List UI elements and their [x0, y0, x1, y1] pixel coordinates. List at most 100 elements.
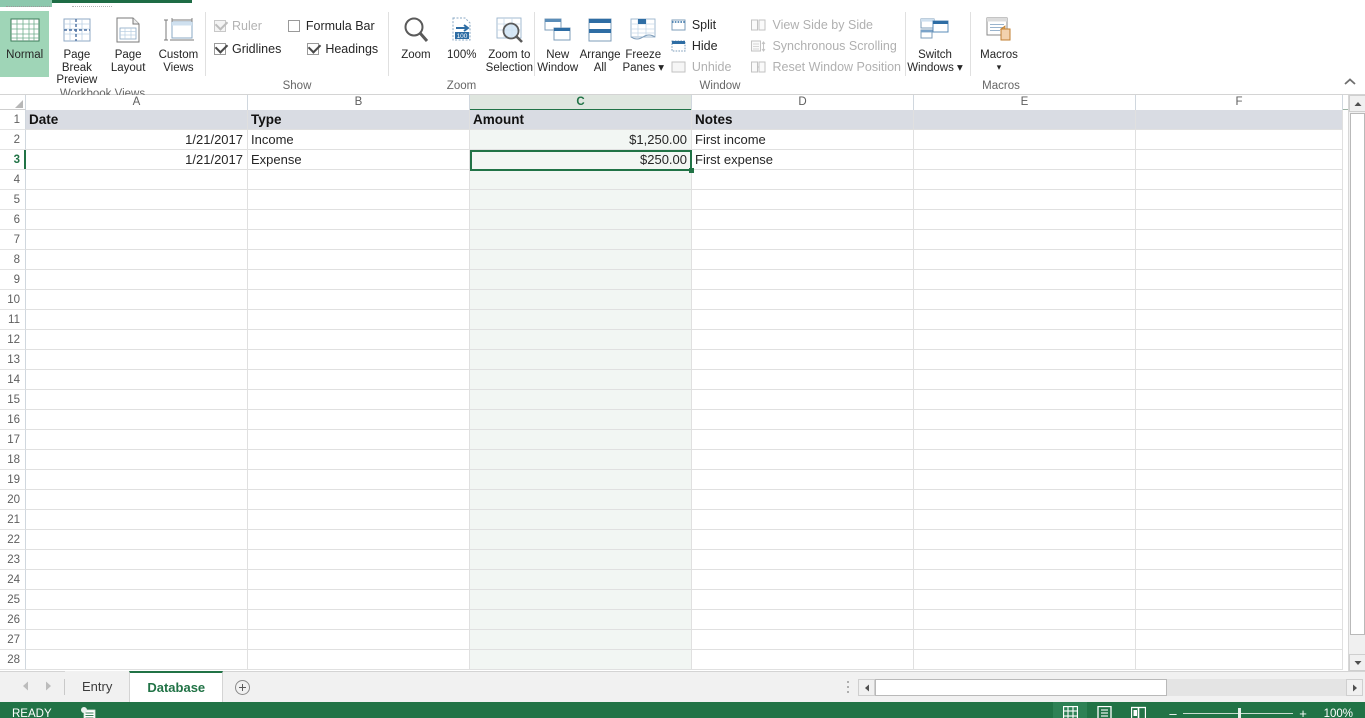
cell-C14[interactable]: [470, 370, 692, 390]
cell-F27[interactable]: [1136, 630, 1343, 650]
cell-F19[interactable]: [1136, 470, 1343, 490]
cell-B24[interactable]: [248, 570, 470, 590]
formula-bar-checkbox-box[interactable]: [287, 20, 300, 32]
cell-D17[interactable]: [692, 430, 914, 450]
cell-B26[interactable]: [248, 610, 470, 630]
cell-A20[interactable]: [26, 490, 248, 510]
cell-E4[interactable]: [914, 170, 1136, 190]
cell-A13[interactable]: [26, 350, 248, 370]
row-header-10[interactable]: 10: [0, 290, 26, 310]
cell-D26[interactable]: [692, 610, 914, 630]
row-header-5[interactable]: 5: [0, 190, 26, 210]
switch-windows-button[interactable]: Switch Windows ▾: [906, 11, 964, 77]
cell-F3[interactable]: [1136, 150, 1343, 170]
cell-B27[interactable]: [248, 630, 470, 650]
cell-A23[interactable]: [26, 550, 248, 570]
cell-A1[interactable]: Date: [26, 110, 248, 130]
cell-A9[interactable]: [26, 270, 248, 290]
cell-A26[interactable]: [26, 610, 248, 630]
cell-B1[interactable]: Type: [248, 110, 470, 130]
cell-E5[interactable]: [914, 190, 1136, 210]
cell-B25[interactable]: [248, 590, 470, 610]
cell-F26[interactable]: [1136, 610, 1343, 630]
row-header-6[interactable]: 6: [0, 210, 26, 230]
cell-B3[interactable]: Expense: [248, 150, 470, 170]
cell-F14[interactable]: [1136, 370, 1343, 390]
cell-F28[interactable]: [1136, 650, 1343, 670]
macros-dropdown-arrow[interactable]: ▾: [997, 61, 1002, 74]
cell-D3[interactable]: First expense: [692, 150, 914, 170]
cell-F2[interactable]: [1136, 130, 1343, 150]
cell-D13[interactable]: [692, 350, 914, 370]
row-header-3[interactable]: 3: [0, 150, 26, 170]
nav-prev-icon[interactable]: [22, 681, 29, 694]
zoom-slider-track[interactable]: [1183, 708, 1293, 718]
cell-D5[interactable]: [692, 190, 914, 210]
vertical-scrollbar[interactable]: [1348, 95, 1365, 671]
row-header-25[interactable]: 25: [0, 590, 26, 610]
cell-F10[interactable]: [1136, 290, 1343, 310]
row-header-22[interactable]: 22: [0, 530, 26, 550]
row-header-12[interactable]: 12: [0, 330, 26, 350]
row-header-13[interactable]: 13: [0, 350, 26, 370]
zoom-slider[interactable]: – +: [1163, 706, 1313, 718]
row-header-1[interactable]: 1: [0, 110, 26, 130]
cell-C23[interactable]: [470, 550, 692, 570]
cell-F1[interactable]: [1136, 110, 1343, 130]
column-header-F[interactable]: F: [1136, 95, 1343, 110]
cell-F22[interactable]: [1136, 530, 1343, 550]
cell-C27[interactable]: [470, 630, 692, 650]
cell-E6[interactable]: [914, 210, 1136, 230]
column-header-B[interactable]: B: [248, 95, 470, 110]
cell-B13[interactable]: [248, 350, 470, 370]
gridlines-checkbox[interactable]: Gridlines: [214, 42, 281, 56]
cell-C12[interactable]: [470, 330, 692, 350]
cell-C21[interactable]: [470, 510, 692, 530]
cell-E21[interactable]: [914, 510, 1136, 530]
cell-E23[interactable]: [914, 550, 1136, 570]
cell-C1[interactable]: Amount: [470, 110, 692, 130]
cell-E16[interactable]: [914, 410, 1136, 430]
row-header-23[interactable]: 23: [0, 550, 26, 570]
split-command[interactable]: Split: [669, 17, 736, 33]
cell-E2[interactable]: [914, 130, 1136, 150]
row-header-19[interactable]: 19: [0, 470, 26, 490]
zoom-to-selection-button[interactable]: Zoom to Selection: [485, 11, 534, 77]
cell-B11[interactable]: [248, 310, 470, 330]
cell-B28[interactable]: [248, 650, 470, 670]
cell-E27[interactable]: [914, 630, 1136, 650]
cell-C4[interactable]: [470, 170, 692, 190]
cell-B18[interactable]: [248, 450, 470, 470]
cell-B20[interactable]: [248, 490, 470, 510]
cell-F21[interactable]: [1136, 510, 1343, 530]
scroll-up-icon[interactable]: [1349, 95, 1365, 112]
row-header-28[interactable]: 28: [0, 650, 26, 670]
freeze-panes-button[interactable]: Freeze Panes ▾: [622, 11, 665, 77]
cell-D21[interactable]: [692, 510, 914, 530]
cell-F12[interactable]: [1136, 330, 1343, 350]
cell-D24[interactable]: [692, 570, 914, 590]
cell-B19[interactable]: [248, 470, 470, 490]
cell-F7[interactable]: [1136, 230, 1343, 250]
cell-A2[interactable]: 1/21/2017: [26, 130, 248, 150]
cell-E22[interactable]: [914, 530, 1136, 550]
sheet-tab-database[interactable]: Database: [129, 671, 224, 702]
cell-C19[interactable]: [470, 470, 692, 490]
arrange-all-button[interactable]: Arrange All: [579, 11, 622, 77]
cell-C17[interactable]: [470, 430, 692, 450]
cell-F4[interactable]: [1136, 170, 1343, 190]
cell-C5[interactable]: [470, 190, 692, 210]
cell-F13[interactable]: [1136, 350, 1343, 370]
cell-A17[interactable]: [26, 430, 248, 450]
cell-C11[interactable]: [470, 310, 692, 330]
cell-A27[interactable]: [26, 630, 248, 650]
cell-A8[interactable]: [26, 250, 248, 270]
row-header-8[interactable]: 8: [0, 250, 26, 270]
zoom-slider-thumb[interactable]: [1238, 708, 1241, 718]
cell-C15[interactable]: [470, 390, 692, 410]
cell-F17[interactable]: [1136, 430, 1343, 450]
cell-D25[interactable]: [692, 590, 914, 610]
cell-C26[interactable]: [470, 610, 692, 630]
gridlines-checkbox-box[interactable]: [214, 43, 226, 55]
row-header-26[interactable]: 26: [0, 610, 26, 630]
